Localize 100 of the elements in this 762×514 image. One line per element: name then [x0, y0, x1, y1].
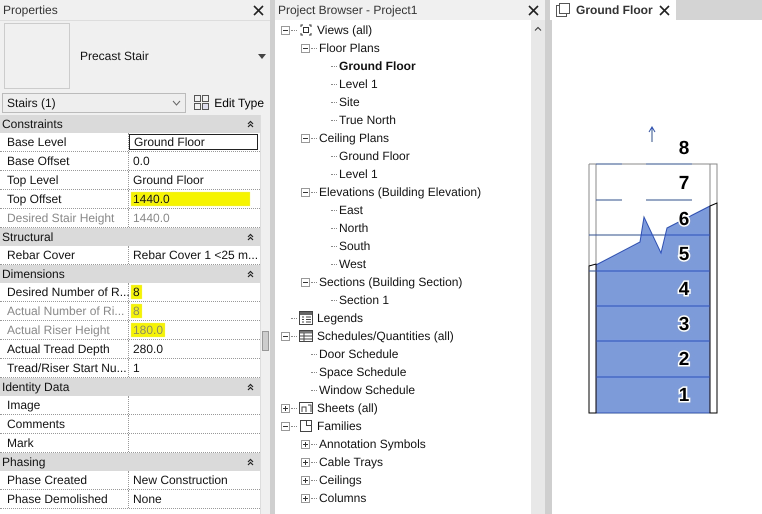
tree-item[interactable]: Door Schedule: [319, 347, 398, 361]
type-name: Precast Stair: [79, 49, 150, 63]
group-header: Dimensions: [2, 267, 65, 281]
overlapping-pages-icon: [556, 3, 570, 17]
property-label: Phase Demolished: [7, 492, 108, 506]
property-value[interactable]: New Construction: [131, 473, 230, 487]
property-label: Top Offset: [7, 192, 62, 206]
riser-number: 7: [678, 173, 690, 194]
tree-item[interactable]: Site: [339, 95, 360, 109]
expand-icon[interactable]: [300, 494, 310, 502]
riser-number: 4: [678, 279, 690, 300]
tree-item[interactable]: Space Schedule: [319, 365, 406, 379]
property-label: Desired Stair Height: [7, 211, 114, 225]
property-value[interactable]: None: [131, 492, 164, 506]
tree-item[interactable]: Level 1: [339, 77, 378, 91]
collapse-icon[interactable]: [280, 26, 290, 34]
property-label: Image: [7, 398, 40, 412]
tree-item[interactable]: True North: [339, 113, 396, 127]
property-value[interactable]: 1: [131, 361, 142, 375]
property-label: Top Level: [7, 173, 58, 187]
expand-icon[interactable]: [300, 458, 310, 466]
scroll-up-icon[interactable]: [534, 26, 542, 31]
instance-filter-dropdown[interactable]: Stairs (1): [2, 93, 186, 113]
chevron-down-icon[interactable]: [172, 100, 182, 106]
view-tab[interactable]: Ground Floor: [550, 0, 676, 20]
expand-icon[interactable]: [300, 476, 310, 484]
property-label: Mark: [7, 436, 34, 450]
grid-squares-icon: [194, 95, 210, 111]
tree-item[interactable]: South: [339, 239, 370, 253]
edit-type-button[interactable]: Edit Type: [190, 93, 268, 113]
collapse-icon[interactable]: [280, 422, 290, 430]
collapse-icon[interactable]: [300, 134, 310, 142]
panel-title: Project Browser - Project1: [278, 3, 418, 17]
property-value[interactable]: Rebar Cover 1 <25 m...: [131, 248, 260, 262]
property-value[interactable]: 280.0: [131, 342, 166, 356]
panel-title: Properties: [3, 3, 58, 17]
tree-item[interactable]: Annotation Symbols: [319, 437, 426, 451]
tree-item[interactable]: Ground Floor: [339, 59, 416, 73]
riser-number: 1: [678, 385, 690, 406]
views-icon: [299, 23, 313, 37]
tree-item[interactable]: West: [339, 257, 366, 271]
expand-icon[interactable]: [280, 404, 290, 412]
tree-item[interactable]: Sections (Building Section): [319, 275, 462, 289]
group-header: Identity Data: [2, 380, 70, 394]
schedules-icon: [299, 329, 313, 343]
riser-number: 8: [678, 138, 690, 159]
property-label: Phase Created: [7, 473, 88, 487]
close-icon[interactable]: [253, 4, 264, 16]
tree-item[interactable]: Legends: [317, 311, 364, 325]
collapse-icon[interactable]: [300, 44, 310, 52]
sheets-icon: [299, 401, 313, 415]
tree-item[interactable]: Columns: [319, 491, 366, 505]
tree-item[interactable]: East: [339, 203, 364, 217]
families-icon: [299, 419, 313, 433]
property-label: Actual Riser Height: [7, 323, 110, 337]
collapse-icon[interactable]: [300, 278, 310, 286]
type-preview-thumbnail: [4, 23, 70, 89]
close-icon[interactable]: [528, 4, 539, 16]
tree-item[interactable]: Ceiling Plans: [319, 131, 390, 145]
tree-item[interactable]: Sheets (all): [317, 401, 378, 415]
collapse-icon[interactable]: [300, 188, 310, 196]
tree-item[interactable]: Cable Trays: [319, 455, 384, 469]
group-header: Phasing: [2, 455, 46, 469]
property-label: Comments: [7, 417, 66, 431]
collapse-chevron-icon[interactable]: [247, 458, 254, 466]
property-value[interactable]: 0.0: [131, 154, 152, 168]
tree-item[interactable]: Window Schedule: [319, 383, 416, 397]
type-selector[interactable]: Precast Stair: [0, 20, 270, 91]
property-label: Actual Number of Ri...: [7, 304, 124, 318]
property-value[interactable]: Ground Floor: [131, 173, 206, 187]
collapse-chevron-icon[interactable]: [247, 270, 254, 278]
property-label: Actual Tread Depth: [7, 342, 110, 356]
scrollbar-thumb[interactable]: [262, 331, 269, 351]
property-label: Base Level: [7, 135, 66, 149]
tree-item[interactable]: Elevations (Building Elevation): [319, 185, 482, 199]
tree-item[interactable]: Floor Plans: [319, 41, 380, 55]
riser-number: 3: [678, 314, 690, 335]
close-icon[interactable]: [658, 4, 670, 16]
property-label: Tread/Riser Start Nu...: [7, 361, 127, 375]
tree-item[interactable]: Families: [317, 419, 362, 433]
tree-item[interactable]: Schedules/Quantities (all): [317, 329, 454, 343]
tree-item[interactable]: Section 1: [339, 293, 390, 307]
expand-icon[interactable]: [300, 440, 310, 448]
property-label: Desired Number of R...: [7, 285, 130, 299]
property-label: Base Offset: [7, 154, 70, 168]
tree-item[interactable]: Ground Floor: [339, 149, 410, 163]
riser-number: 2: [678, 349, 690, 370]
property-value[interactable]: 8: [131, 285, 142, 299]
tree-item[interactable]: North: [339, 221, 368, 235]
collapse-chevron-icon[interactable]: [247, 120, 254, 128]
collapse-chevron-icon[interactable]: [247, 233, 254, 241]
group-header: Constraints: [2, 117, 63, 131]
dropdown-arrow-icon[interactable]: [258, 54, 266, 58]
collapse-icon[interactable]: [280, 332, 290, 340]
tree-item[interactable]: Views (all): [317, 23, 372, 37]
collapse-chevron-icon[interactable]: [247, 383, 254, 391]
tree-item[interactable]: Ceilings: [319, 473, 362, 487]
property-value[interactable]: 1440.0: [131, 192, 250, 206]
legends-icon: [299, 311, 313, 325]
tree-item[interactable]: Level 1: [339, 167, 378, 181]
